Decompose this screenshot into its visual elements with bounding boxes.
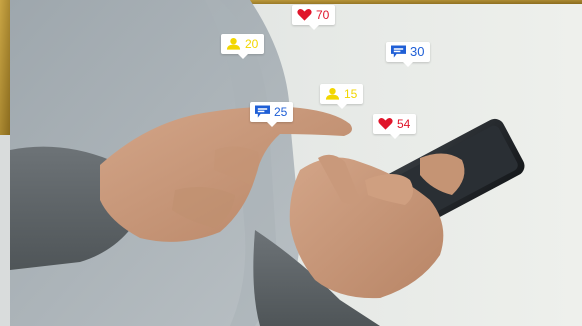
- notification-likes: 54: [373, 114, 417, 139]
- user-icon: [226, 37, 241, 51]
- notification-comments: 30: [386, 42, 431, 67]
- notification-count: 54: [397, 117, 411, 131]
- comment-icon: [255, 105, 270, 119]
- notification-count: 25: [274, 105, 288, 119]
- notification-count: 30: [410, 44, 425, 59]
- notification-followers: 20: [221, 34, 265, 59]
- comment-icon: [391, 45, 406, 59]
- user-icon: [325, 87, 340, 101]
- photo-background: [0, 0, 582, 326]
- notification-likes: 70: [292, 5, 336, 30]
- heart-icon: [297, 8, 312, 22]
- notification-count: 20: [245, 37, 259, 51]
- heart-icon: [378, 117, 393, 131]
- notification-count: 15: [344, 87, 358, 101]
- gold-frame-left: [0, 0, 10, 135]
- notification-comments: 25: [250, 102, 294, 127]
- notification-count: 70: [316, 8, 330, 22]
- social-media-photo: 70 20 30 15 25 54: [0, 0, 582, 326]
- notification-followers: 15: [320, 84, 364, 109]
